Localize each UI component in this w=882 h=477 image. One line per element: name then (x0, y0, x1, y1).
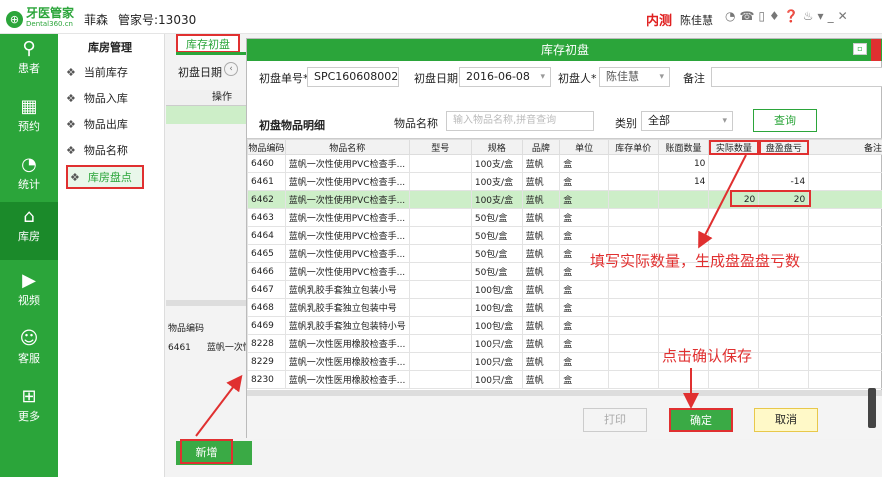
arrow-from-new (195, 374, 243, 437)
arrow-to-actual-qty (698, 154, 747, 249)
annotation-arrows (195, 154, 747, 437)
